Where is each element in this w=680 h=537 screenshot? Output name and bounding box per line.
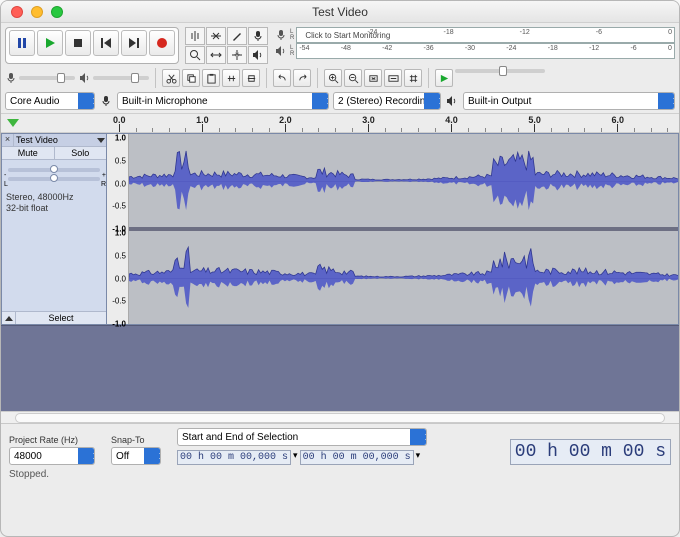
selection-tool[interactable] bbox=[185, 27, 205, 45]
collapse-button[interactable] bbox=[2, 312, 16, 324]
fit-selection-button[interactable] bbox=[364, 69, 382, 87]
selection-toolbar: Project Rate (Hz) 48000 Snap-To Off Star… bbox=[1, 423, 679, 467]
microphone-icon[interactable] bbox=[248, 27, 268, 45]
play-meter-icon[interactable] bbox=[274, 44, 288, 58]
titlebar: Test Video bbox=[1, 1, 679, 23]
track-name[interactable]: Test Video bbox=[14, 134, 96, 146]
undo-button[interactable] bbox=[273, 69, 291, 87]
audio-position-field[interactable]: 00 h 00 m 00 s bbox=[510, 439, 671, 465]
track-depth-label: 32-bit float bbox=[6, 203, 102, 214]
playback-device-select[interactable]: Built-in Output bbox=[463, 92, 675, 110]
window-close-button[interactable] bbox=[11, 6, 23, 18]
pin-playhead-icon[interactable] bbox=[7, 119, 19, 127]
pan-slider[interactable]: LR bbox=[8, 177, 100, 181]
mute-button[interactable]: Mute bbox=[2, 147, 55, 159]
tracks-area: × Test Video Mute Solo -+ LR Stereo, 480… bbox=[1, 133, 679, 411]
waveform-left[interactable] bbox=[129, 134, 678, 227]
record-button[interactable] bbox=[149, 30, 175, 56]
mic-icon bbox=[99, 94, 113, 108]
record-volume[interactable] bbox=[5, 72, 75, 84]
envelope-tool[interactable] bbox=[206, 27, 226, 45]
track-control-panel: × Test Video Mute Solo -+ LR Stereo, 480… bbox=[1, 133, 107, 325]
skip-end-button[interactable] bbox=[121, 30, 147, 56]
window-zoom-button[interactable] bbox=[51, 6, 63, 18]
record-meter-icon[interactable] bbox=[274, 28, 288, 42]
timeshift-tool[interactable] bbox=[206, 46, 226, 64]
track-close-button[interactable]: × bbox=[2, 134, 14, 146]
record-meter[interactable]: Click to Start Monitoring -24 -18 -12 -6… bbox=[296, 27, 675, 43]
audio-host-select[interactable]: Core Audio bbox=[5, 92, 95, 110]
selection-start-field[interactable]: 00 h 00 m 00,000 s bbox=[177, 450, 291, 465]
window-minimize-button[interactable] bbox=[31, 6, 43, 18]
svg-text:✳: ✳ bbox=[234, 51, 240, 59]
play-meter[interactable]: -54 -48 -42 -36 -30 -24 -18 -12 -6 0 bbox=[296, 43, 675, 59]
toolbar-secondary bbox=[1, 66, 679, 92]
device-toolbar: Core Audio Built-in Microphone 2 (Stereo… bbox=[1, 92, 679, 113]
zoom-out-button[interactable] bbox=[344, 69, 362, 87]
vertical-scale[interactable]: 1.00.50.0-0.5-1.01.00.50.0-0.5-1.0 bbox=[107, 134, 129, 324]
fit-project-button[interactable] bbox=[384, 69, 402, 87]
track-menu-button[interactable] bbox=[96, 138, 106, 143]
playback-volume[interactable] bbox=[79, 72, 149, 84]
silence-button[interactable] bbox=[242, 69, 260, 87]
record-channels-select[interactable]: 2 (Stereo) Recording... bbox=[333, 92, 441, 110]
transport-controls bbox=[5, 27, 179, 64]
zoom-tool[interactable] bbox=[185, 46, 205, 64]
zoom-toggle-button[interactable] bbox=[404, 69, 422, 87]
trim-button[interactable] bbox=[222, 69, 240, 87]
play-at-speed-button[interactable] bbox=[435, 69, 453, 87]
track: × Test Video Mute Solo -+ LR Stereo, 480… bbox=[1, 133, 679, 325]
timeline-ruler-row: 0.01.02.03.04.05.06.0 bbox=[1, 113, 679, 133]
speaker-tool-icon[interactable] bbox=[248, 46, 268, 64]
redo-button[interactable] bbox=[293, 69, 311, 87]
toolbar-top: ✳ LR Click to Start Monitoring -24 -18 -… bbox=[1, 23, 679, 66]
copy-button[interactable] bbox=[182, 69, 200, 87]
snap-to-label: Snap-To bbox=[111, 435, 161, 445]
empty-track-area[interactable] bbox=[1, 325, 679, 411]
project-rate-select[interactable]: 48000 bbox=[9, 447, 95, 465]
project-rate-label: Project Rate (Hz) bbox=[9, 435, 95, 445]
play-button[interactable] bbox=[37, 30, 63, 56]
zoom-in-button[interactable] bbox=[324, 69, 342, 87]
multi-tool[interactable]: ✳ bbox=[227, 46, 247, 64]
solo-button[interactable]: Solo bbox=[55, 147, 107, 159]
skip-start-button[interactable] bbox=[93, 30, 119, 56]
selection-end-field[interactable]: 00 h 00 m 00,000 s bbox=[300, 450, 414, 465]
horizontal-scrollbar[interactable] bbox=[1, 411, 679, 423]
stop-button[interactable] bbox=[65, 30, 91, 56]
track-body: 1.00.50.0-0.5-1.01.00.50.0-0.5-1.0 bbox=[107, 133, 679, 325]
tool-palette: ✳ bbox=[185, 27, 268, 64]
timeline-ruler[interactable]: 0.01.02.03.04.05.06.0 bbox=[107, 114, 679, 132]
app-window: Test Video ✳ LR Click t bbox=[0, 0, 680, 537]
track-format-label: Stereo, 48000Hz bbox=[6, 192, 102, 203]
play-speed-slider[interactable] bbox=[455, 69, 545, 73]
gain-slider[interactable]: -+ bbox=[8, 168, 100, 172]
select-track-button[interactable]: Select bbox=[16, 312, 106, 324]
speaker-icon bbox=[445, 94, 459, 108]
pause-button[interactable] bbox=[9, 30, 35, 56]
snap-to-select[interactable]: Off bbox=[111, 447, 161, 465]
waveform-right[interactable] bbox=[129, 227, 678, 324]
record-device-select[interactable]: Built-in Microphone bbox=[117, 92, 329, 110]
draw-tool[interactable] bbox=[227, 27, 247, 45]
status-bar: Stopped. bbox=[1, 467, 679, 484]
paste-button[interactable] bbox=[202, 69, 220, 87]
window-title: Test Video bbox=[1, 5, 679, 19]
selection-format-select[interactable]: Start and End of Selection bbox=[177, 428, 427, 446]
cut-button[interactable] bbox=[162, 69, 180, 87]
